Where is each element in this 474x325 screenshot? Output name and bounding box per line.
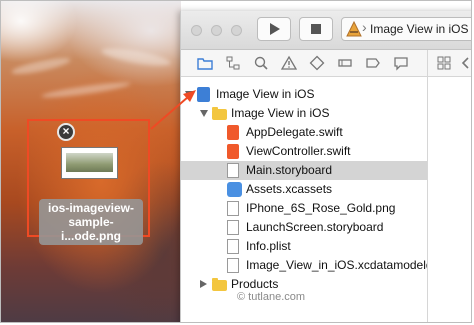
- disclosure-open-icon[interactable]: [200, 110, 208, 117]
- warning-icon[interactable]: [281, 55, 297, 71]
- navigator-row[interactable]: Info.plist: [181, 237, 427, 256]
- navigator-row-label: Image View in iOS: [216, 87, 315, 101]
- folder-icon: [212, 278, 227, 291]
- stop-icon: [311, 24, 321, 34]
- editor-area: [427, 77, 471, 322]
- navigator-row[interactable]: Image View in iOS: [181, 85, 427, 104]
- hierarchy-icon[interactable]: [225, 55, 241, 71]
- close-window-button[interactable]: [191, 25, 202, 36]
- watermark: © tutlane.com: [237, 291, 306, 303]
- navigator-row-label: Assets.xcassets: [246, 182, 333, 196]
- navigator-row[interactable]: AppDelegate.swift: [181, 123, 427, 142]
- swift-file-icon: [227, 125, 239, 140]
- navigator-row-label: AppDelegate.swift: [246, 125, 343, 139]
- search-icon[interactable]: [253, 55, 269, 71]
- grid-icon[interactable]: [436, 55, 452, 71]
- image-file-icon: [227, 201, 239, 216]
- navigator-row[interactable]: Image View in iOS: [181, 104, 427, 123]
- project-navigator: Image View in iOS Image View in iOS AppDel…: [181, 77, 433, 322]
- navigator-row[interactable]: Image_View_in_iOS.xcdatamodeld: [181, 256, 433, 275]
- navigator-row-label: ViewController.swift: [246, 144, 351, 158]
- navigator-row-label: Main.storyboard: [246, 163, 333, 177]
- storyboard-file-icon: [227, 220, 239, 235]
- storyboard-file-icon: [227, 163, 239, 178]
- zoom-window-button[interactable]: [231, 25, 242, 36]
- play-icon: [270, 23, 280, 35]
- navigator-row-label: Image_View_in_iOS.xcdatamodeld: [246, 258, 433, 272]
- breakpoint-icon[interactable]: [365, 55, 381, 71]
- folder-icon: [212, 107, 227, 120]
- navigator-row-label: Image View in iOS: [231, 106, 330, 120]
- navigator-row-label: IPhone_6S_Rose_Gold.png: [246, 201, 396, 215]
- image-thumbnail-icon[interactable]: [61, 147, 118, 179]
- minimize-window-button[interactable]: [211, 25, 222, 36]
- debug-icon[interactable]: [337, 55, 353, 71]
- test-diamond-icon[interactable]: [309, 55, 325, 71]
- app-icon: [346, 21, 362, 37]
- screenshot-frame: × ios-imageview-sample-i...ode.png › Ima…: [0, 0, 472, 323]
- navigator-row-label: LaunchScreen.storyboard: [246, 220, 384, 234]
- xcode-window: › Image View in iOS Image View in iOS Ima…: [180, 11, 472, 322]
- asset-catalog-icon: [227, 182, 242, 197]
- navigator-row[interactable]: ViewController.swift: [181, 142, 427, 161]
- chevron-left-icon[interactable]: [458, 55, 472, 71]
- editor-jump-bar: [427, 50, 472, 77]
- dragged-file-name[interactable]: ios-imageview-sample-i...ode.png: [39, 199, 143, 245]
- project-file-icon: [197, 87, 210, 102]
- folder-icon[interactable]: [197, 55, 213, 71]
- navigator-selector-bar: [181, 50, 427, 77]
- navigator-row[interactable]: LaunchScreen.storyboard: [181, 218, 427, 237]
- chevron-right-icon: ›: [362, 19, 367, 35]
- navigator-row[interactable]: Main.storyboard: [181, 161, 427, 180]
- stop-button[interactable]: [299, 17, 333, 41]
- scheme-label: Image View in iOS: [370, 22, 469, 36]
- navigator-row-label: Products: [231, 277, 279, 291]
- navigator-row[interactable]: IPhone_6S_Rose_Gold.png: [181, 199, 427, 218]
- plist-file-icon: [227, 239, 239, 254]
- disclosure-open-icon[interactable]: [185, 91, 193, 98]
- data-model-icon: [227, 258, 239, 273]
- report-icon[interactable]: [393, 55, 409, 71]
- window-toolbar: › Image View in iOS: [181, 11, 471, 50]
- navigator-row[interactable]: Assets.xcassets: [181, 180, 427, 199]
- navigator-row-label: Info.plist: [246, 239, 291, 253]
- close-icon[interactable]: ×: [57, 123, 75, 141]
- swift-file-icon: [227, 144, 239, 159]
- run-button[interactable]: [257, 17, 291, 41]
- scheme-selector[interactable]: › Image View in iOS: [341, 17, 471, 41]
- disclosure-closed-icon[interactable]: [200, 280, 207, 288]
